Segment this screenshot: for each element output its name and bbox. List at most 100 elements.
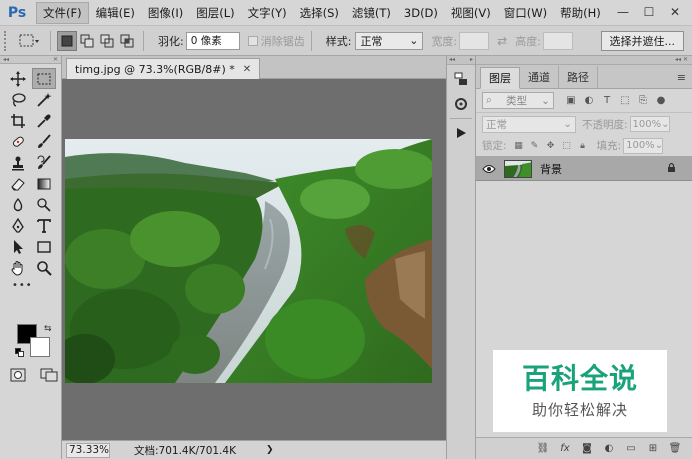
opacity-field[interactable]: 100% ⌄ — [629, 116, 670, 132]
new-selection-button[interactable] — [57, 30, 77, 51]
tool-preset-picker[interactable] — [16, 30, 44, 52]
height-label: 高度: — [515, 34, 541, 48]
hand-tool[interactable] — [6, 257, 30, 278]
shape-filter-icon[interactable]: ⬚ — [616, 95, 634, 106]
status-menu-arrow-icon[interactable]: ❯ — [266, 445, 274, 455]
blend-mode-select[interactable]: 正常 ⌄ — [482, 115, 576, 133]
tab-channels[interactable]: 通道 — [520, 66, 559, 88]
close-icon[interactable]: ✕ — [243, 64, 251, 75]
swap-colors-icon[interactable]: ⇆ — [44, 324, 52, 334]
quick-mask-icon[interactable] — [10, 368, 26, 382]
menu-type[interactable]: 文字(Y) — [242, 3, 293, 23]
lock-transparent-icon[interactable]: ▦ — [511, 141, 527, 151]
layer-style-icon[interactable]: fx — [554, 443, 576, 454]
canvas-area[interactable] — [62, 79, 446, 440]
fill-field[interactable]: 100% ⌄ — [623, 137, 664, 154]
delete-layer-icon[interactable]: 🗑︎ — [664, 443, 686, 454]
actions-panel-button[interactable] — [449, 122, 473, 144]
new-group-icon[interactable]: ▭ — [620, 443, 642, 454]
subtract-selection-button[interactable] — [97, 31, 117, 51]
zoom-tool[interactable] — [32, 257, 56, 278]
menu-file[interactable]: 文件(F) — [36, 1, 89, 24]
lasso-tool[interactable] — [6, 89, 30, 110]
menu-window[interactable]: 窗口(W) — [498, 3, 553, 23]
menu-help[interactable]: 帮助(H) — [554, 3, 607, 23]
new-adjustment-layer-icon[interactable]: ◐ — [598, 443, 620, 454]
select-and-mask-button[interactable]: 选择并遮住... — [600, 31, 684, 51]
pen-tool[interactable] — [6, 215, 30, 236]
type-filter-icon[interactable]: T — [598, 95, 616, 106]
background-color-swatch[interactable] — [30, 337, 50, 357]
filter-toggle-icon[interactable]: ● — [652, 95, 670, 106]
opacity-value: 100% — [632, 118, 662, 130]
history-panel-button[interactable] — [449, 68, 473, 90]
layer-name[interactable]: 背景 — [540, 161, 562, 177]
type-tool[interactable] — [32, 215, 56, 236]
minimize-button[interactable]: — — [610, 2, 636, 22]
eye-icon[interactable] — [476, 164, 502, 174]
eraser-tool[interactable] — [6, 173, 30, 194]
adjustment-filter-icon[interactable]: ◐ — [580, 95, 598, 106]
intersect-selection-button[interactable] — [117, 31, 137, 51]
filter-kind-label: 类型 — [506, 95, 528, 107]
feather-input[interactable] — [185, 31, 240, 50]
maximize-button[interactable]: ☐ — [636, 2, 662, 22]
path-selection-tool[interactable] — [6, 236, 30, 257]
menu-image[interactable]: 图像(I) — [142, 3, 189, 23]
menu-view[interactable]: 视图(V) — [445, 3, 497, 23]
eyedropper-tool[interactable] — [32, 110, 56, 131]
tab-paths[interactable]: 路径 — [559, 66, 598, 88]
layer-filter-select[interactable]: ⌕ 类型 ⌄ — [482, 92, 554, 109]
add-mask-icon[interactable]: ◙ — [576, 443, 598, 454]
move-tool[interactable] — [6, 68, 30, 89]
marquee-icon — [37, 73, 51, 84]
screen-mode-icon[interactable] — [40, 368, 58, 382]
swap-width-height-icon[interactable]: ⇄ — [497, 34, 507, 48]
document-tab[interactable]: timg.jpg @ 73.3%(RGB/8#) * ✕ — [66, 58, 261, 79]
lock-artboard-icon[interactable]: ⬚ — [559, 141, 575, 151]
new-layer-icon[interactable]: ⊞ — [642, 443, 664, 454]
height-input[interactable] — [542, 31, 573, 50]
lock-all-icon[interactable]: 🔒︎ — [575, 141, 591, 151]
properties-panel-button[interactable] — [449, 93, 473, 115]
antialias-checkbox[interactable] — [247, 35, 258, 46]
link-layers-icon[interactable]: ⛓ — [532, 443, 554, 454]
blur-tool[interactable] — [6, 194, 30, 215]
tab-layers[interactable]: 图层 — [480, 67, 520, 89]
droplet-icon — [13, 197, 23, 211]
edit-toolbar-button[interactable]: ••• — [12, 280, 61, 291]
menu-select[interactable]: 选择(S) — [294, 3, 345, 23]
rectangle-tool[interactable] — [32, 236, 56, 257]
zoom-level-field[interactable]: 73.33% — [66, 442, 110, 458]
lock-pixels-icon[interactable]: ✎ — [527, 141, 543, 151]
smart-object-filter-icon[interactable]: ⎘ — [634, 95, 652, 106]
clone-stamp-tool[interactable] — [6, 152, 30, 173]
brush-icon — [38, 133, 51, 148]
tools-panel-header[interactable]: ◂◂ ✕ — [0, 56, 61, 64]
quick-selection-tool[interactable] — [32, 89, 56, 110]
brush-tool[interactable] — [32, 131, 56, 152]
default-colors-icon[interactable] — [15, 348, 25, 358]
panel-menu-icon[interactable]: ≡ — [677, 71, 686, 84]
add-selection-button[interactable] — [77, 31, 97, 51]
dodge-tool[interactable] — [32, 194, 56, 215]
history-brush-tool[interactable] — [32, 152, 56, 173]
lock-position-icon[interactable]: ✥ — [543, 141, 559, 151]
gradient-tool[interactable] — [32, 173, 56, 194]
rect-marquee-tool[interactable] — [32, 68, 56, 89]
style-select[interactable]: 正常 ⌄ — [355, 31, 424, 50]
menu-3d[interactable]: 3D(D) — [398, 4, 444, 22]
crop-tool[interactable] — [6, 110, 30, 131]
width-input[interactable] — [459, 31, 490, 50]
healing-brush-tool[interactable] — [6, 131, 30, 152]
pixel-filter-icon[interactable]: ▣ — [562, 95, 580, 106]
menu-edit[interactable]: 编辑(E) — [90, 3, 141, 23]
panel-header[interactable]: ◂◂ ✕ — [476, 56, 692, 65]
watermark-subtitle: 助你轻松解决 — [531, 400, 628, 419]
dock-header[interactable]: ◂◂ ▸ — [447, 56, 475, 65]
layer-row[interactable]: 背景 — [476, 157, 692, 181]
menu-filter[interactable]: 滤镜(T) — [346, 3, 397, 23]
options-grip[interactable] — [4, 30, 10, 51]
close-button[interactable]: ✕ — [662, 2, 688, 22]
menu-layer[interactable]: 图层(L) — [190, 3, 240, 23]
